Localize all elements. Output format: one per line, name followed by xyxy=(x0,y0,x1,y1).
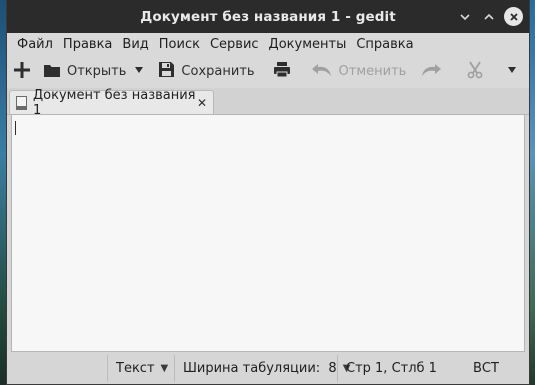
menubar: Файл Правка Вид Поиск Сервис Документы С… xyxy=(7,33,529,55)
menu-search[interactable]: Поиск xyxy=(155,37,204,52)
toolbar-overflow-button[interactable] xyxy=(507,58,517,86)
triangle-down-icon xyxy=(507,64,517,79)
cursor-position-label: Стр 1, Стлб 1 xyxy=(346,361,437,376)
menu-edit[interactable]: Правка xyxy=(59,37,116,52)
language-label: Текст xyxy=(116,361,155,376)
menu-help[interactable]: Справка xyxy=(352,37,417,52)
toolbar: Открыть Сохранить Отменить xyxy=(7,55,529,88)
menu-tools[interactable]: Сервис xyxy=(206,37,263,52)
undo-button[interactable]: Отменить xyxy=(311,58,407,86)
statusbar: Текст ▼ Ширина табуляции: 8 ▼ Стр 1, Стл… xyxy=(7,355,529,382)
redo-icon xyxy=(420,62,442,82)
menu-documents[interactable]: Документы xyxy=(265,37,351,52)
tab-document[interactable]: Документ без названия 1 ✕ xyxy=(9,88,214,118)
plus-icon xyxy=(13,61,31,83)
redo-button[interactable] xyxy=(420,58,442,86)
folder-icon xyxy=(43,62,61,82)
cursor-position: Стр 1, Стлб 1 xyxy=(337,355,465,382)
gedit-window: Документ без названия 1 - gedit Файл Пра… xyxy=(6,0,530,385)
undo-label: Отменить xyxy=(338,64,407,79)
tab-strip: Документ без названия 1 ✕ xyxy=(7,88,529,118)
insert-mode-label: ВСТ xyxy=(473,361,499,376)
floppy-icon xyxy=(158,61,175,82)
insert-mode: ВСТ xyxy=(465,355,525,382)
window-controls xyxy=(456,7,523,26)
open-label: Открыть xyxy=(67,64,127,79)
menu-view[interactable]: Вид xyxy=(118,37,152,52)
new-button[interactable] xyxy=(13,58,31,86)
print-button[interactable] xyxy=(273,58,291,86)
tab-width-selector[interactable]: Ширина табуляции: 8 ▼ xyxy=(174,355,350,382)
language-selector[interactable]: Текст ▼ xyxy=(107,355,174,382)
window-title: Документ без названия 1 - gedit xyxy=(140,8,396,25)
open-recent-dropdown[interactable] xyxy=(134,58,144,86)
tab-width-label: Ширина табуляции: 8 xyxy=(183,361,337,376)
menu-file[interactable]: Файл xyxy=(13,37,57,52)
maximize-icon[interactable] xyxy=(480,8,498,26)
close-window-icon[interactable] xyxy=(504,7,523,26)
titlebar[interactable]: Документ без названия 1 - gedit xyxy=(7,0,529,33)
minimize-icon[interactable] xyxy=(456,8,474,26)
save-button[interactable]: Сохранить xyxy=(158,58,255,86)
document-icon xyxy=(16,95,27,110)
cut-button[interactable] xyxy=(466,58,484,86)
text-editor-area[interactable] xyxy=(11,114,525,352)
printer-icon xyxy=(273,61,291,82)
text-cursor xyxy=(15,121,16,135)
triangle-down-icon: ▼ xyxy=(160,363,169,374)
close-tab-icon[interactable]: ✕ xyxy=(197,96,207,110)
triangle-down-icon xyxy=(134,64,144,79)
undo-icon xyxy=(311,62,333,82)
save-label: Сохранить xyxy=(181,64,255,79)
open-button[interactable]: Открыть xyxy=(43,58,126,86)
tab-label: Документ без названия 1 xyxy=(33,87,196,118)
scissors-icon xyxy=(466,61,484,83)
